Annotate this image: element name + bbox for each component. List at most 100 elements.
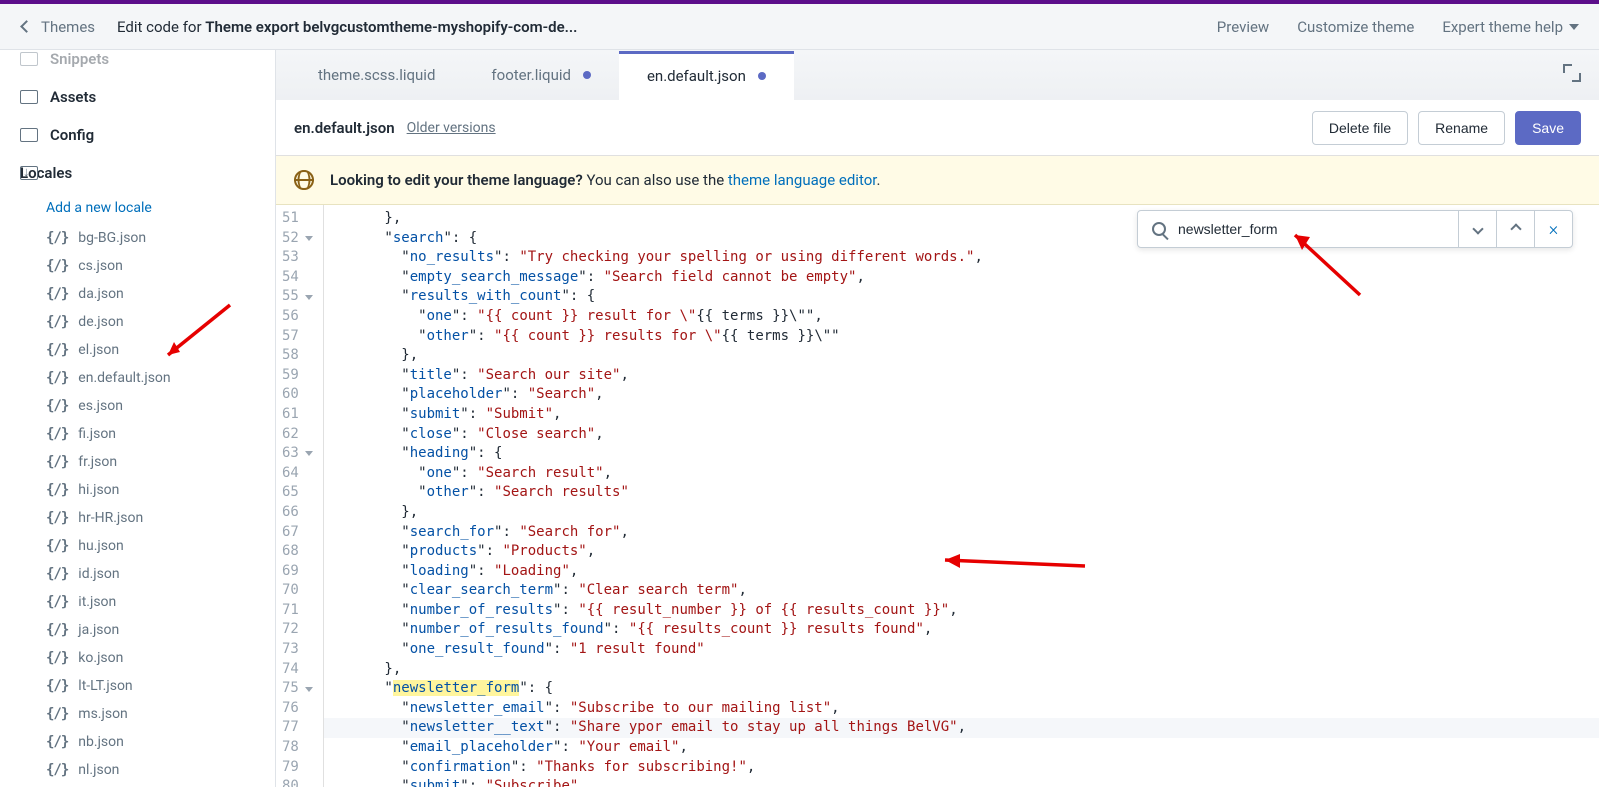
json-file-icon: {/}: [46, 370, 68, 386]
json-file-icon: {/}: [46, 426, 68, 442]
fullscreen-button[interactable]: [1545, 50, 1599, 100]
code-line[interactable]: "confirmation": "Thanks for subscribing!…: [334, 758, 1599, 778]
file-item[interactable]: {/}id.json: [0, 560, 275, 588]
file-item[interactable]: {/}ko.json: [0, 644, 275, 672]
chevron-down-icon: [1569, 24, 1579, 30]
code-line[interactable]: "products": "Products",: [334, 542, 1599, 562]
folder-assets[interactable]: Assets: [0, 78, 275, 116]
code-line[interactable]: "submit": "Submit",: [334, 405, 1599, 425]
code-line[interactable]: "loading": "Loading",: [334, 562, 1599, 582]
chevron-down-icon: [1472, 223, 1483, 234]
code-line[interactable]: "search_for": "Search for",: [334, 523, 1599, 543]
file-label: es.json: [78, 398, 123, 414]
code-line[interactable]: "number_of_results_found": "{{ results_c…: [334, 620, 1599, 640]
code-line[interactable]: "heading": {: [334, 444, 1599, 464]
file-item[interactable]: {/}lt-LT.json: [0, 672, 275, 700]
line-gutter: 51 52 53 54 55 56 57 58 59 60 61 62 63 6…: [276, 205, 324, 787]
file-label: el.json: [78, 342, 119, 358]
json-file-icon: {/}: [46, 398, 68, 414]
fullscreen-icon: [1563, 64, 1581, 82]
code-line[interactable]: "email_placeholder": "Your email",: [334, 738, 1599, 758]
preview-link[interactable]: Preview: [1217, 18, 1269, 36]
code-line[interactable]: "empty_search_message": "Search field ca…: [334, 268, 1599, 288]
language-banner: Looking to edit your theme language? You…: [276, 156, 1599, 205]
file-item[interactable]: {/}da.json: [0, 280, 275, 308]
editor-tabs: theme.scss.liquid footer.liquid en.defau…: [276, 50, 1599, 100]
code-line[interactable]: "newsletter_email": "Subscribe to our ma…: [334, 699, 1599, 719]
rename-button[interactable]: Rename: [1418, 111, 1505, 145]
file-label: da.json: [78, 286, 124, 302]
search-close-button[interactable]: ×: [1534, 211, 1572, 247]
customize-link[interactable]: Customize theme: [1297, 18, 1414, 36]
search-next-button[interactable]: [1458, 211, 1496, 247]
save-button[interactable]: Save: [1515, 111, 1581, 145]
back-label: Themes: [41, 18, 95, 36]
file-item[interactable]: {/}ja.json: [0, 616, 275, 644]
file-item[interactable]: {/}hr-HR.json: [0, 504, 275, 532]
file-item[interactable]: {/}fr.json: [0, 448, 275, 476]
search-prev-button[interactable]: [1496, 211, 1534, 247]
code-line[interactable]: "other": "Search results": [334, 483, 1599, 503]
code-line[interactable]: "submit": "Subscribe": [334, 777, 1599, 787]
file-item[interactable]: {/} hi.json: [0, 476, 275, 504]
code-line[interactable]: "close": "Close search",: [334, 425, 1599, 445]
code-line[interactable]: "one_result_found": "1 result found": [334, 640, 1599, 660]
code-line[interactable]: },: [334, 660, 1599, 680]
code-line[interactable]: "other": "{{ count }} results for \"{{ t…: [334, 327, 1599, 347]
code-line[interactable]: },: [334, 503, 1599, 523]
code-line[interactable]: "no_results": "Try checking your spellin…: [334, 248, 1599, 268]
file-item[interactable]: {/}en.default.json: [0, 364, 275, 392]
code-line[interactable]: "newsletter_form": {: [334, 679, 1599, 699]
file-label: bg-BG.json: [78, 230, 146, 246]
file-label: it.json: [78, 594, 116, 610]
file-item[interactable]: {/}bg-BG.json: [0, 224, 275, 252]
code-line[interactable]: "newsletter__text": "Share ypor email to…: [324, 718, 1599, 738]
file-item[interactable]: {/}ms.json: [0, 700, 275, 728]
code-line[interactable]: "number_of_results": "{{ result_number }…: [334, 601, 1599, 621]
theme-language-editor-link[interactable]: theme language editor: [728, 171, 877, 189]
file-item[interactable]: {/}de.json: [0, 308, 275, 336]
json-file-icon: {/}: [46, 650, 68, 666]
code-line[interactable]: "one": "{{ count }} result for \"{{ term…: [334, 307, 1599, 327]
json-file-icon: {/}: [46, 314, 68, 330]
globe-icon: [294, 170, 314, 190]
file-item[interactable]: {/} nl.json: [0, 756, 275, 784]
code-content[interactable]: }, "search": { "no_results": "Try checki…: [324, 205, 1599, 787]
folder-snippets[interactable]: Snippets: [0, 50, 275, 78]
tab-theme-scss[interactable]: theme.scss.liquid: [290, 50, 463, 100]
file-label: nl.json: [78, 762, 119, 778]
file-item[interactable]: {/}cs.json: [0, 252, 275, 280]
folder-locales[interactable]: Locales: [0, 154, 275, 192]
json-file-icon: {/}: [46, 510, 68, 526]
code-line[interactable]: "one": "Search result",: [334, 464, 1599, 484]
file-item[interactable]: {/}hu.json: [0, 532, 275, 560]
code-editor[interactable]: 51 52 53 54 55 56 57 58 59 60 61 62 63 6…: [276, 205, 1599, 787]
file-item[interactable]: {/}it.json: [0, 588, 275, 616]
json-file-icon: {/}: [46, 482, 68, 498]
code-line[interactable]: "title": "Search our site",: [334, 366, 1599, 386]
file-label: hi.json: [78, 482, 119, 498]
tab-footer-liquid[interactable]: footer.liquid: [463, 50, 619, 100]
tab-en-default[interactable]: en.default.json: [619, 51, 794, 101]
search-input[interactable]: [1178, 221, 1444, 237]
folder-config[interactable]: Config: [0, 116, 275, 154]
code-line[interactable]: "results_with_count": {: [334, 287, 1599, 307]
file-item[interactable]: {/}nb.json: [0, 728, 275, 756]
code-line[interactable]: },: [334, 346, 1599, 366]
file-item[interactable]: {/}fi.json: [0, 420, 275, 448]
expert-help-link[interactable]: Expert theme help: [1442, 18, 1579, 36]
json-file-icon: {/}: [46, 342, 68, 358]
page-title: Edit code for Theme export belvgcustomth…: [117, 18, 577, 36]
code-line[interactable]: "clear_search_term": "Clear search term"…: [334, 581, 1599, 601]
file-item[interactable]: {/} es.json: [0, 392, 275, 420]
file-item[interactable]: {/} el.json: [0, 336, 275, 364]
older-versions-link[interactable]: Older versions: [407, 120, 496, 136]
file-label: nb.json: [78, 734, 124, 750]
back-link[interactable]: Themes: [20, 18, 95, 36]
delete-file-button[interactable]: Delete file: [1312, 111, 1408, 145]
file-label: ja.json: [78, 622, 119, 638]
code-line[interactable]: "placeholder": "Search",: [334, 385, 1599, 405]
json-file-icon: {/}: [46, 762, 68, 778]
add-locale-link[interactable]: Add a new locale: [0, 192, 275, 224]
unsaved-dot-icon: [758, 72, 766, 80]
